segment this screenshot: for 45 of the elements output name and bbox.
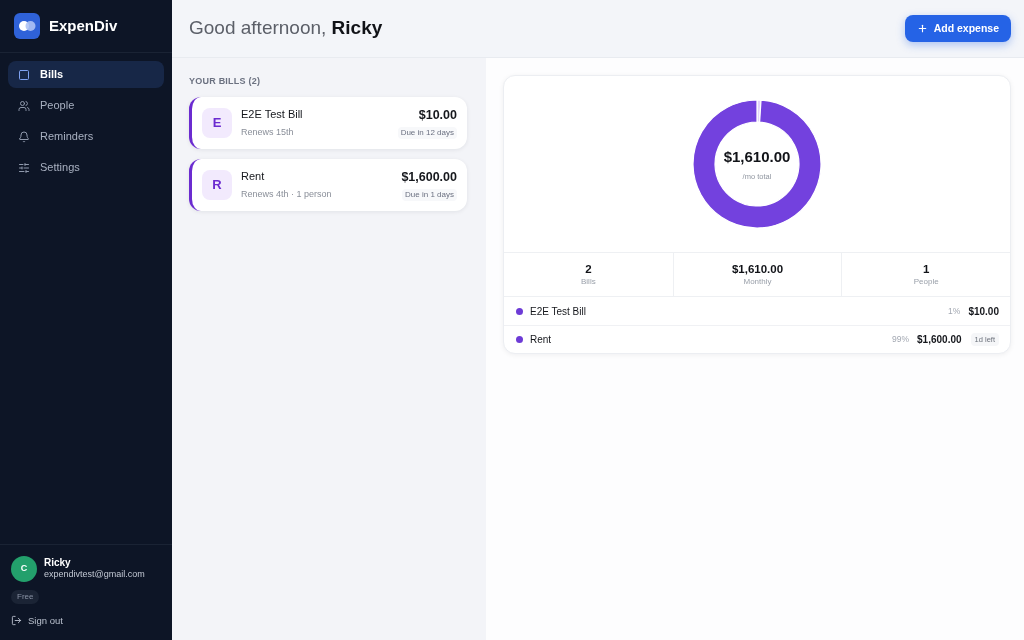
- breakdown-percent: 1%: [948, 304, 961, 318]
- add-expense-button[interactable]: Add expense: [904, 15, 1011, 42]
- stat-value: $1,610.00: [731, 262, 784, 277]
- logout-icon: [11, 615, 22, 627]
- breakdown-percent: 99%: [892, 333, 910, 346]
- stat-value: 2: [585, 262, 592, 277]
- bill-name: E2E Test Bill: [241, 107, 303, 122]
- nav-item[interactable]: Settings: [8, 154, 164, 181]
- nav-item[interactable]: Reminders: [8, 123, 164, 150]
- plus-icon: [916, 23, 928, 34]
- greeting: Good afternoon, Ricky: [189, 16, 383, 41]
- square-icon: [18, 68, 30, 81]
- due-badge: Due in 1 days: [402, 189, 457, 202]
- stat-value: 1: [922, 262, 930, 277]
- user-name: Ricky: [44, 556, 71, 570]
- bill-amount: $10.00: [418, 106, 457, 124]
- due-badge: Due in 12 days: [397, 127, 457, 140]
- bill-name: Rent: [241, 169, 265, 184]
- breakdown-amount: $10.00: [968, 304, 999, 319]
- nav-item[interactable]: Bills: [8, 61, 164, 88]
- bill-renewal: Renews 4th · 1 person: [241, 187, 332, 201]
- bill-renewal: Renews 15th: [241, 125, 294, 139]
- sliders-icon: [18, 161, 30, 174]
- app-name: ExpenDiv: [49, 15, 118, 36]
- user-avatar: C: [11, 555, 37, 582]
- stat-label: Monthly: [743, 276, 772, 287]
- bill-amount: $1,600.00: [401, 168, 457, 186]
- bill-card[interactable]: R Rent Renews 4th · 1 person $1,600.00 Due in 1 days: [189, 158, 467, 211]
- breakdown-amount: $1,600.00: [917, 333, 962, 347]
- bill-avatar: R: [202, 169, 232, 200]
- nav-item[interactable]: People: [8, 92, 164, 119]
- sign-out-button[interactable]: Sign out: [11, 613, 63, 628]
- bill-card[interactable]: E E2E Test Bill Renews 15th $10.00 Due in 12 days: [189, 96, 467, 149]
- people-icon: [18, 99, 30, 112]
- bill-avatar: E: [202, 107, 232, 138]
- plan-badge: Free: [11, 589, 40, 604]
- stat-label: People: [913, 276, 939, 287]
- user-email: expendivtest@gmail.com: [44, 569, 145, 581]
- section-heading: YOUR BILLS (2): [189, 75, 261, 88]
- total-amount: $1,610.00: [723, 147, 791, 168]
- logo-icon: [14, 13, 40, 39]
- breakdown-name: Rent: [530, 333, 552, 347]
- breakdown-name: E2E Test Bill: [530, 304, 586, 319]
- stat-label: Bills: [581, 276, 596, 287]
- bell-icon: [18, 130, 30, 143]
